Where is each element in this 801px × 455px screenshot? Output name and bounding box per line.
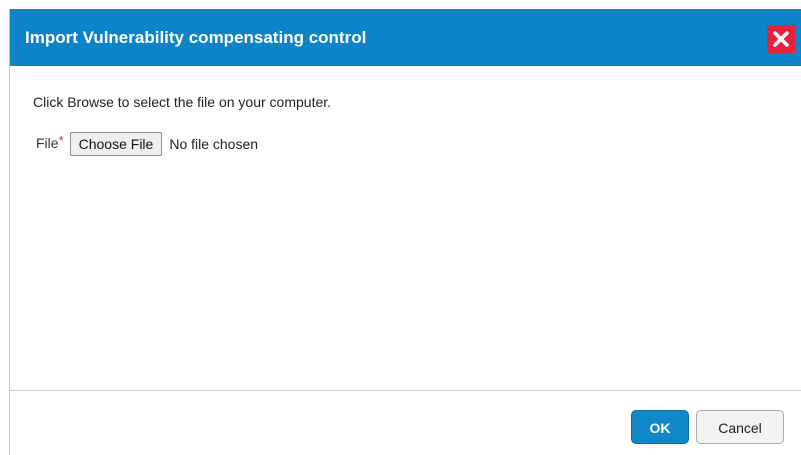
- import-dialog: Import Vulnerability compensating contro…: [9, 9, 801, 455]
- dialog-footer: OK Cancel: [10, 391, 801, 455]
- close-icon: [773, 31, 789, 47]
- cancel-button[interactable]: Cancel: [696, 410, 784, 444]
- file-field-label: File*: [36, 133, 64, 151]
- choose-file-button[interactable]: Choose File: [69, 132, 163, 156]
- instructions-text: Click Browse to select the file on your …: [33, 94, 332, 110]
- ok-button[interactable]: OK: [631, 410, 689, 444]
- dialog-titlebar: Import Vulnerability compensating contro…: [10, 9, 801, 66]
- file-status-text: No file chosen: [169, 136, 259, 152]
- close-button[interactable]: [767, 25, 795, 53]
- file-field-row: File* Choose File No file chosen: [36, 131, 258, 157]
- required-marker: *: [58, 133, 64, 148]
- dialog-title: Import Vulnerability compensating contro…: [25, 28, 367, 47]
- file-label-text: File: [36, 135, 59, 151]
